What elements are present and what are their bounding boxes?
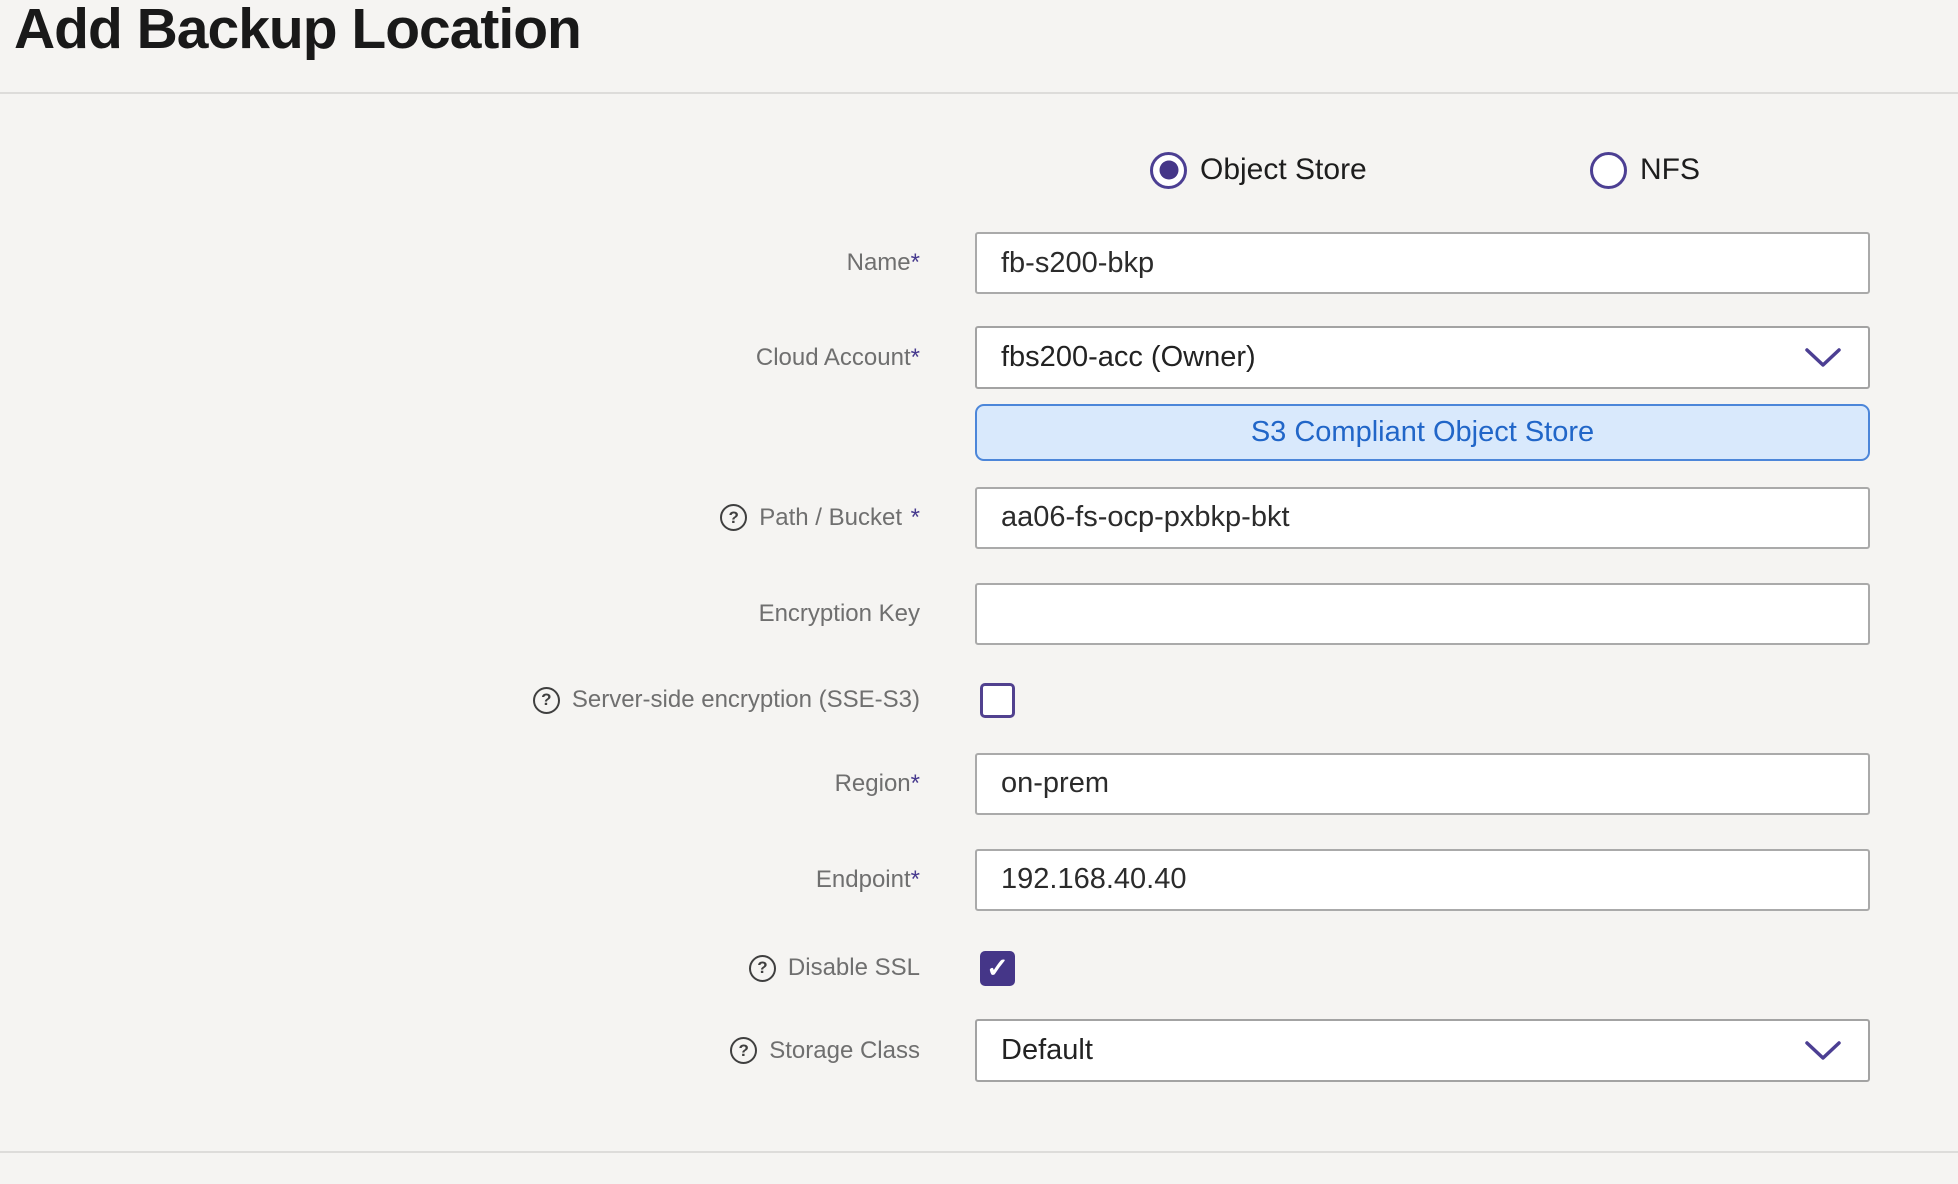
required-marker: *	[911, 249, 920, 276]
region-row: Region*	[0, 752, 1900, 815]
page-title: Add Backup Location	[14, 0, 581, 62]
radio-object-store-icon[interactable]	[1150, 152, 1187, 189]
storage-class-value: Default	[1001, 1034, 1093, 1067]
required-marker: *	[911, 504, 920, 531]
sse-label: Server-side encryption (SSE-S3)	[572, 686, 920, 714]
region-label: Region*	[835, 770, 920, 798]
chevron-down-icon	[1804, 1040, 1842, 1062]
header-divider	[0, 92, 1958, 94]
region-input[interactable]	[975, 753, 1870, 815]
path-bucket-label: Path / Bucket *	[759, 504, 920, 532]
storage-class-label: Storage Class	[769, 1037, 920, 1065]
storage-class-select[interactable]: Default	[975, 1019, 1870, 1082]
footer-divider	[0, 1151, 1958, 1153]
s3-compliant-banner[interactable]: S3 Compliant Object Store	[975, 404, 1870, 461]
sse-row: ? Server-side encryption (SSE-S3) ✓	[0, 682, 1900, 718]
endpoint-input[interactable]	[975, 849, 1870, 911]
s3-banner-row: S3 Compliant Object Store	[0, 404, 1900, 461]
help-icon[interactable]: ?	[533, 687, 560, 714]
cloud-account-select[interactable]: fbs200-acc (Owner)	[975, 326, 1870, 389]
encryption-key-label: Encryption Key	[759, 600, 920, 628]
encryption-key-row: Encryption Key	[0, 582, 1900, 645]
sse-checkbox[interactable]: ✓	[980, 683, 1015, 718]
radio-object-store[interactable]: Object Store	[1150, 152, 1367, 189]
cloud-account-label: Cloud Account*	[756, 344, 920, 372]
path-bucket-input[interactable]	[975, 487, 1870, 549]
path-bucket-row: ? Path / Bucket *	[0, 486, 1900, 549]
radio-nfs-icon[interactable]	[1590, 152, 1627, 189]
disable-ssl-label: Disable SSL	[788, 954, 920, 982]
radio-object-store-label: Object Store	[1200, 153, 1367, 187]
endpoint-row: Endpoint*	[0, 848, 1900, 911]
endpoint-label: Endpoint*	[816, 866, 920, 894]
storage-class-row: ? Storage Class Default	[0, 1019, 1900, 1082]
help-icon[interactable]: ?	[749, 955, 776, 982]
encryption-key-input[interactable]	[975, 583, 1870, 645]
required-marker: *	[911, 866, 920, 893]
name-input[interactable]	[975, 232, 1870, 294]
help-icon[interactable]: ?	[730, 1037, 757, 1064]
required-marker: *	[911, 770, 920, 797]
checkmark-icon: ✓	[986, 955, 1009, 982]
cloud-account-row: Cloud Account* fbs200-acc (Owner)	[0, 326, 1900, 389]
help-icon[interactable]: ?	[720, 504, 747, 531]
required-marker: *	[911, 344, 920, 371]
radio-nfs[interactable]: NFS	[1590, 152, 1700, 189]
chevron-down-icon	[1804, 347, 1842, 369]
name-label: Name*	[847, 249, 920, 277]
name-row: Name*	[0, 232, 1900, 294]
cloud-account-value: fbs200-acc (Owner)	[1001, 341, 1256, 374]
radio-nfs-label: NFS	[1640, 153, 1700, 187]
disable-ssl-row: ? Disable SSL ✓	[0, 950, 1900, 986]
backup-type-radio-group: Object Store NFS	[0, 140, 1900, 200]
disable-ssl-checkbox[interactable]: ✓	[980, 951, 1015, 986]
